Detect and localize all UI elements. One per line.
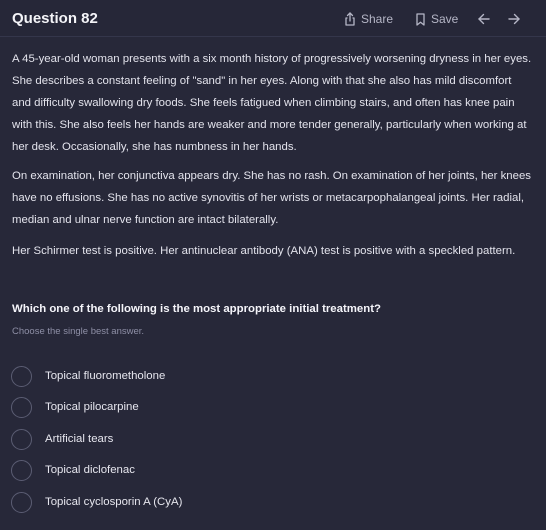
option-label: Topical cyclosporin A (CyA) xyxy=(45,496,183,508)
share-icon xyxy=(345,12,355,26)
option-label: Artificial tears xyxy=(45,433,114,445)
answer-option[interactable]: Topical pilocarpine xyxy=(11,395,311,419)
radio-button[interactable] xyxy=(11,491,32,513)
option-label: Topical diclofenac xyxy=(45,464,135,476)
answer-option[interactable]: Topical diclofenac xyxy=(11,458,311,482)
answer-option[interactable]: Topical cyclosporin A (CyA) xyxy=(11,490,311,514)
radio-button[interactable] xyxy=(11,365,32,387)
answer-option[interactable]: Artificial tears xyxy=(11,427,311,451)
option-label: Topical pilocarpine xyxy=(45,401,139,413)
answer-hint: Choose the single best answer. xyxy=(12,326,145,337)
stem-paragraph-1: A 45-year-old woman presents with a six … xyxy=(12,53,532,153)
question-prompt: Which one of the following is the most a… xyxy=(12,303,381,315)
option-label: Topical fluorometholone xyxy=(45,370,166,382)
share-label: Share xyxy=(361,12,394,26)
radio-button[interactable] xyxy=(11,428,32,450)
share-button[interactable]: Share xyxy=(344,11,393,27)
arrow-right-icon[interactable] xyxy=(505,10,523,28)
question-title: Question 82 xyxy=(12,10,98,27)
radio-button[interactable] xyxy=(11,396,32,418)
stem-paragraph-2: On examination, her conjunctiva appears … xyxy=(12,170,531,226)
bookmark-icon xyxy=(416,12,425,26)
arrow-left-icon[interactable] xyxy=(475,10,493,28)
save-label: Save xyxy=(431,12,459,26)
radio-button[interactable] xyxy=(11,459,32,481)
answer-option[interactable]: Topical fluorometholone xyxy=(11,364,311,388)
save-button[interactable]: Save xyxy=(415,11,458,27)
question-header: Question 82 Share Save xyxy=(0,0,546,37)
stem-paragraph-3: Her Schirmer test is positive. Her antin… xyxy=(12,245,516,257)
